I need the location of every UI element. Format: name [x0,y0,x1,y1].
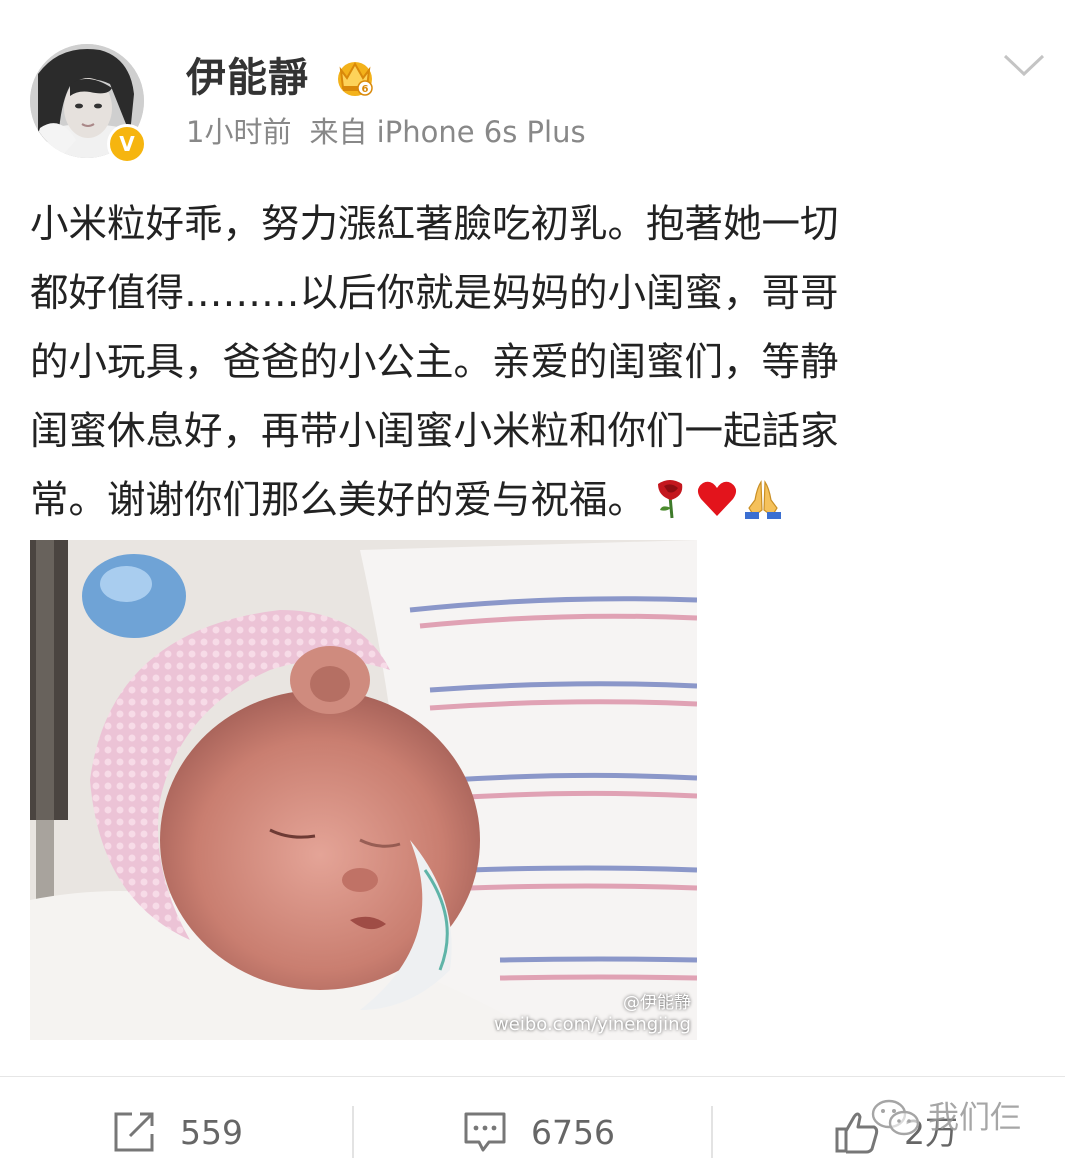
post-text-line: 的小玩具，爸爸的小公主。亲爱的闺蜜们，等静 [30,340,839,385]
chevron-down-icon[interactable] [1002,50,1046,80]
svg-text:6: 6 [362,84,369,95]
weibo-post-page: V 伊能靜 6 1小时前 来自 iPhone 6s Plus 小米粒好乖，努力漲紅… [0,0,1065,1173]
post-meta: 1小时前 来自 iPhone 6s Plus [186,112,586,152]
comment-count: 6756 [531,1112,615,1152]
photo-watermark: @伊能静 weibo.com/yinengjing [494,992,691,1036]
post-text-line: 常。谢谢你们那么美好的爱与祝福。 [30,478,647,523]
post-source[interactable]: 来自 iPhone 6s Plus [309,115,585,149]
rose-icon [658,479,683,518]
wechat-account-name: 我们仨 [928,1100,1021,1136]
heart-icon [697,481,737,516]
action-bar-divider [0,1076,1065,1077]
repost-button[interactable]: 559 [112,1096,243,1168]
comment-icon [464,1112,506,1152]
action-separator [711,1106,713,1158]
wechat-watermark: 我们仨 [870,1098,1021,1138]
verified-badge: V [107,124,147,164]
repost-icon [114,1112,154,1152]
praying-hands-icon [745,479,782,519]
post-text-line: 闺蜜休息好，再带小闺蜜小米粒和你们一起話家 [30,409,839,454]
post-text: 小米粒好乖，努力漲紅著臉吃初乳。抱著她一切 都好值得………以后你就是妈妈的小闺蜜… [30,190,1040,535]
watermark-url: weibo.com/yinengjing [494,1014,691,1035]
watermark-handle: @伊能静 [623,993,691,1013]
post-time: 1小时前 [186,115,292,149]
post-photo[interactable]: @伊能静 weibo.com/yinengjing [30,540,697,1040]
post-text-line-last: 常。谢谢你们那么美好的爱与祝福。 [30,466,1040,535]
verified-mark: V [119,132,135,156]
action-separator [352,1106,354,1158]
comment-button[interactable]: 6756 [463,1096,615,1168]
username[interactable]: 伊能靜 [186,52,309,104]
post-text-line: 都好值得………以后你就是妈妈的小闺蜜，哥哥 [30,271,839,316]
repost-count: 559 [180,1112,243,1152]
vip-crown-icon[interactable]: 6 [333,56,377,98]
wechat-icon [871,1099,920,1136]
post-text-line: 小米粒好乖，努力漲紅著臉吃初乳。抱著她一切 [30,202,839,247]
